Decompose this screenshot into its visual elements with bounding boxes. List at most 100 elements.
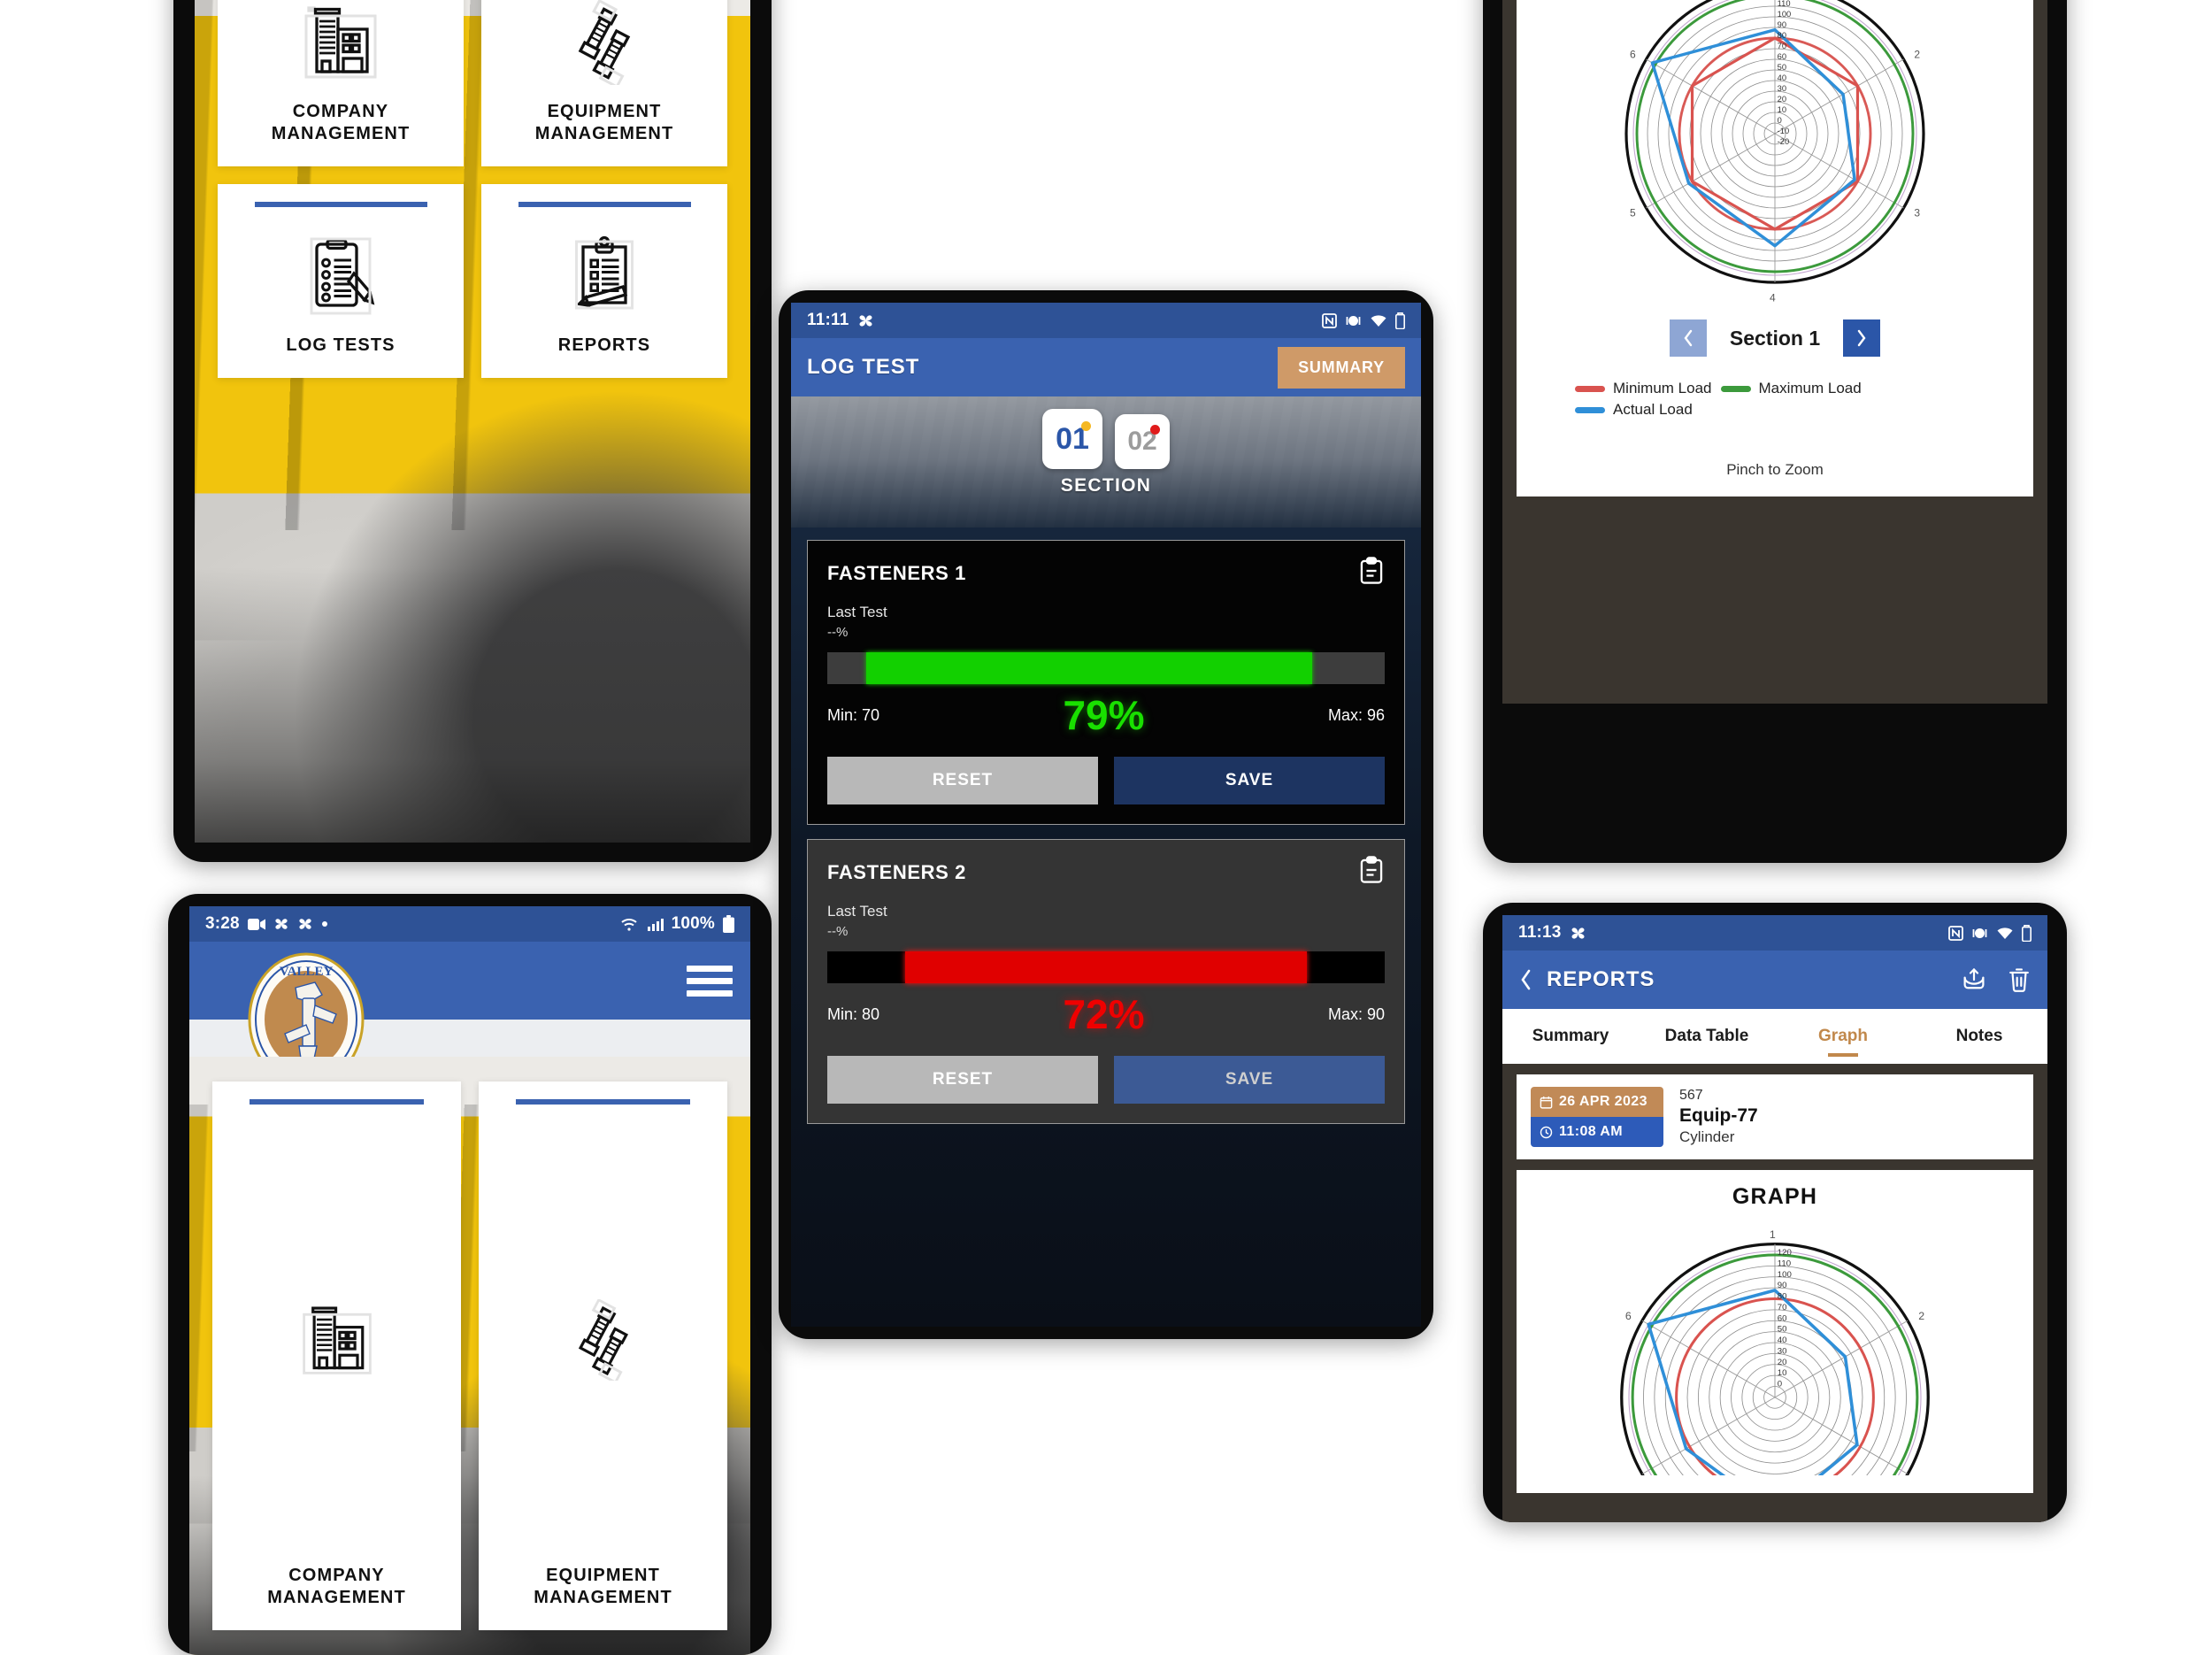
svg-text:10: 10	[1778, 105, 1786, 114]
video-icon	[247, 918, 265, 931]
legend-item-maximum-load: Maximum Load	[1720, 380, 1862, 397]
tab-label: Summary	[1532, 1027, 1609, 1045]
record-meta: 567 Equip-77 Cylinder	[1679, 1087, 1758, 1147]
tile-company-management[interactable]: COMPANY MANAGEMENT	[218, 0, 464, 166]
export-icon[interactable]	[1961, 966, 1987, 993]
svg-text:0: 0	[1778, 116, 1782, 125]
battery-icon	[1395, 312, 1405, 329]
svg-text:70: 70	[1778, 42, 1786, 50]
building-icon	[298, 0, 383, 101]
svg-text:-10: -10	[1778, 127, 1789, 135]
tile-equipment-management[interactable]: EQUIPMENT MANAGEMENT	[481, 0, 727, 166]
tile-accent-rule	[254, 202, 427, 207]
legend-item-minimum-load: Minimum Load	[1575, 380, 1712, 397]
tile-reports[interactable]: REPORTS	[481, 184, 727, 378]
svg-text:70: 70	[1778, 1303, 1787, 1312]
svg-text:5: 5	[1630, 206, 1636, 219]
phone-log-test: 11:11 LOG TEST SUMMARY 01 02 SECTION FAS…	[779, 290, 1433, 1339]
tile-company-management[interactable]: COMPANY MANAGEMENT	[212, 1082, 461, 1630]
equipment-record-card[interactable]: 26 APR 2023 11:08 AM 567 Equip-77 Cylind…	[1517, 1074, 2033, 1159]
tab-graph[interactable]: Graph	[1775, 1009, 1911, 1064]
save-button[interactable]: SAVE	[1114, 1056, 1385, 1104]
log-test-screen: 11:11 LOG TEST SUMMARY 01 02 SECTION FAS…	[791, 303, 1421, 1327]
svg-text:6: 6	[1630, 49, 1636, 61]
load-progress-bar	[827, 951, 1385, 983]
tile-label: EQUIPMENT MANAGEMENT	[534, 102, 674, 143]
app-bar-actions	[1961, 966, 2032, 993]
section-tab-01[interactable]: 01	[1042, 409, 1102, 469]
dot-icon	[321, 920, 328, 928]
svg-text:90: 90	[1778, 1281, 1787, 1290]
min-label: Min: 80	[827, 1005, 880, 1023]
svg-text:40: 40	[1778, 73, 1786, 82]
app-icon	[857, 312, 874, 329]
svg-text:90: 90	[1778, 20, 1786, 29]
tab-label: Notes	[1955, 1027, 2003, 1045]
tab-notes[interactable]: Notes	[1911, 1009, 2047, 1064]
reports-content: 26 APR 2023 11:08 AM 567 Equip-77 Cylind…	[1502, 1064, 2047, 1522]
dashboard-screen-top: COMPANY MANAGEMENT EQUIPMENT MANAGEMENT …	[195, 0, 750, 843]
building-icon	[296, 1108, 378, 1565]
status-time: 11:13	[1518, 923, 1562, 942]
screenshot-canvas: COMPANY MANAGEMENT EQUIPMENT MANAGEMENT …	[0, 0, 2212, 1655]
tile-accent-rule	[518, 202, 691, 207]
next-section-button[interactable]	[1843, 319, 1881, 357]
battery-icon	[723, 915, 734, 933]
clipboard-icon[interactable]	[1358, 557, 1385, 589]
status-bar: 11:13	[1502, 915, 2047, 951]
svg-text:0: 0	[1778, 1380, 1782, 1389]
status-time: 3:28	[205, 914, 240, 933]
svg-text:80: 80	[1778, 1292, 1787, 1302]
tab-data-table[interactable]: Data Table	[1639, 1009, 1775, 1064]
svg-text:6: 6	[1625, 1310, 1632, 1322]
phone-report-graph-top: 26 APR 2023 11:08 AM 567 Equip-77 Cylind…	[1483, 0, 2067, 863]
summary-button[interactable]: SUMMARY	[1278, 346, 1405, 389]
menu-line	[687, 965, 733, 972]
svg-text:-20: -20	[1778, 137, 1789, 146]
svg-text:10: 10	[1778, 1368, 1787, 1378]
tile-label: EQUIPMENT MANAGEMENT	[534, 1566, 672, 1607]
graph-panel: GRAPH	[1517, 1170, 2033, 1493]
back-chevron-icon[interactable]	[1518, 967, 1534, 992]
clipboard-icon[interactable]	[1358, 856, 1385, 889]
record-date-badge: 26 APR 2023	[1531, 1087, 1663, 1117]
wifi-icon	[620, 917, 640, 932]
min-label: Min: 70	[827, 705, 880, 724]
section-tab-02[interactable]: 02	[1115, 414, 1170, 469]
svg-text:20: 20	[1778, 1358, 1787, 1367]
record-time: 11:08 AM	[1559, 1124, 1623, 1139]
app-icon	[297, 916, 313, 932]
status-time: 11:11	[807, 311, 849, 329]
nfc-icon	[1948, 925, 1963, 941]
save-button[interactable]: SAVE	[1114, 757, 1385, 804]
section-selector-hero: 01 02 SECTION	[791, 396, 1421, 527]
tile-log-tests[interactable]: LOG TESTS	[218, 184, 464, 378]
percent-value: 72%	[1063, 991, 1145, 1037]
svg-text:20: 20	[1778, 95, 1786, 104]
record-date: 26 APR 2023	[1559, 1094, 1647, 1109]
app-bar: REPORTS	[1502, 951, 2047, 1009]
status-bar: 3:28 100%	[189, 906, 750, 942]
phone-dashboard-top: COMPANY MANAGEMENT EQUIPMENT MANAGEMENT …	[173, 0, 772, 862]
bolts-icon	[562, 0, 647, 101]
dashboard-tile-grid: COMPANY MANAGEMENT	[195, 0, 750, 843]
svg-text:80: 80	[1778, 31, 1786, 40]
record-id: 567	[1679, 1088, 1703, 1103]
reset-button[interactable]: RESET	[827, 757, 1098, 804]
hamburger-menu-button[interactable]	[687, 965, 733, 997]
trash-icon[interactable]	[2007, 966, 2032, 993]
section-navigation: Section 1	[1669, 319, 1881, 357]
app-bar: VALLEY 1974 FORGE	[189, 942, 750, 1087]
svg-text:4: 4	[1770, 291, 1776, 304]
last-test-value: --%	[827, 924, 849, 939]
load-progress-bar	[827, 652, 1385, 684]
reset-button[interactable]: RESET	[827, 1056, 1098, 1104]
card-actions: RESET SAVE	[827, 1056, 1385, 1104]
previous-section-button[interactable]	[1669, 319, 1707, 357]
svg-text:120: 120	[1778, 1248, 1792, 1258]
tab-summary[interactable]: Summary	[1502, 1009, 1639, 1064]
svg-text:2: 2	[1918, 1310, 1924, 1322]
tile-equipment-management[interactable]: EQUIPMENT MANAGEMENT	[479, 1082, 727, 1630]
legend-label: Minimum Load	[1613, 380, 1712, 396]
svg-text:30: 30	[1778, 84, 1786, 93]
